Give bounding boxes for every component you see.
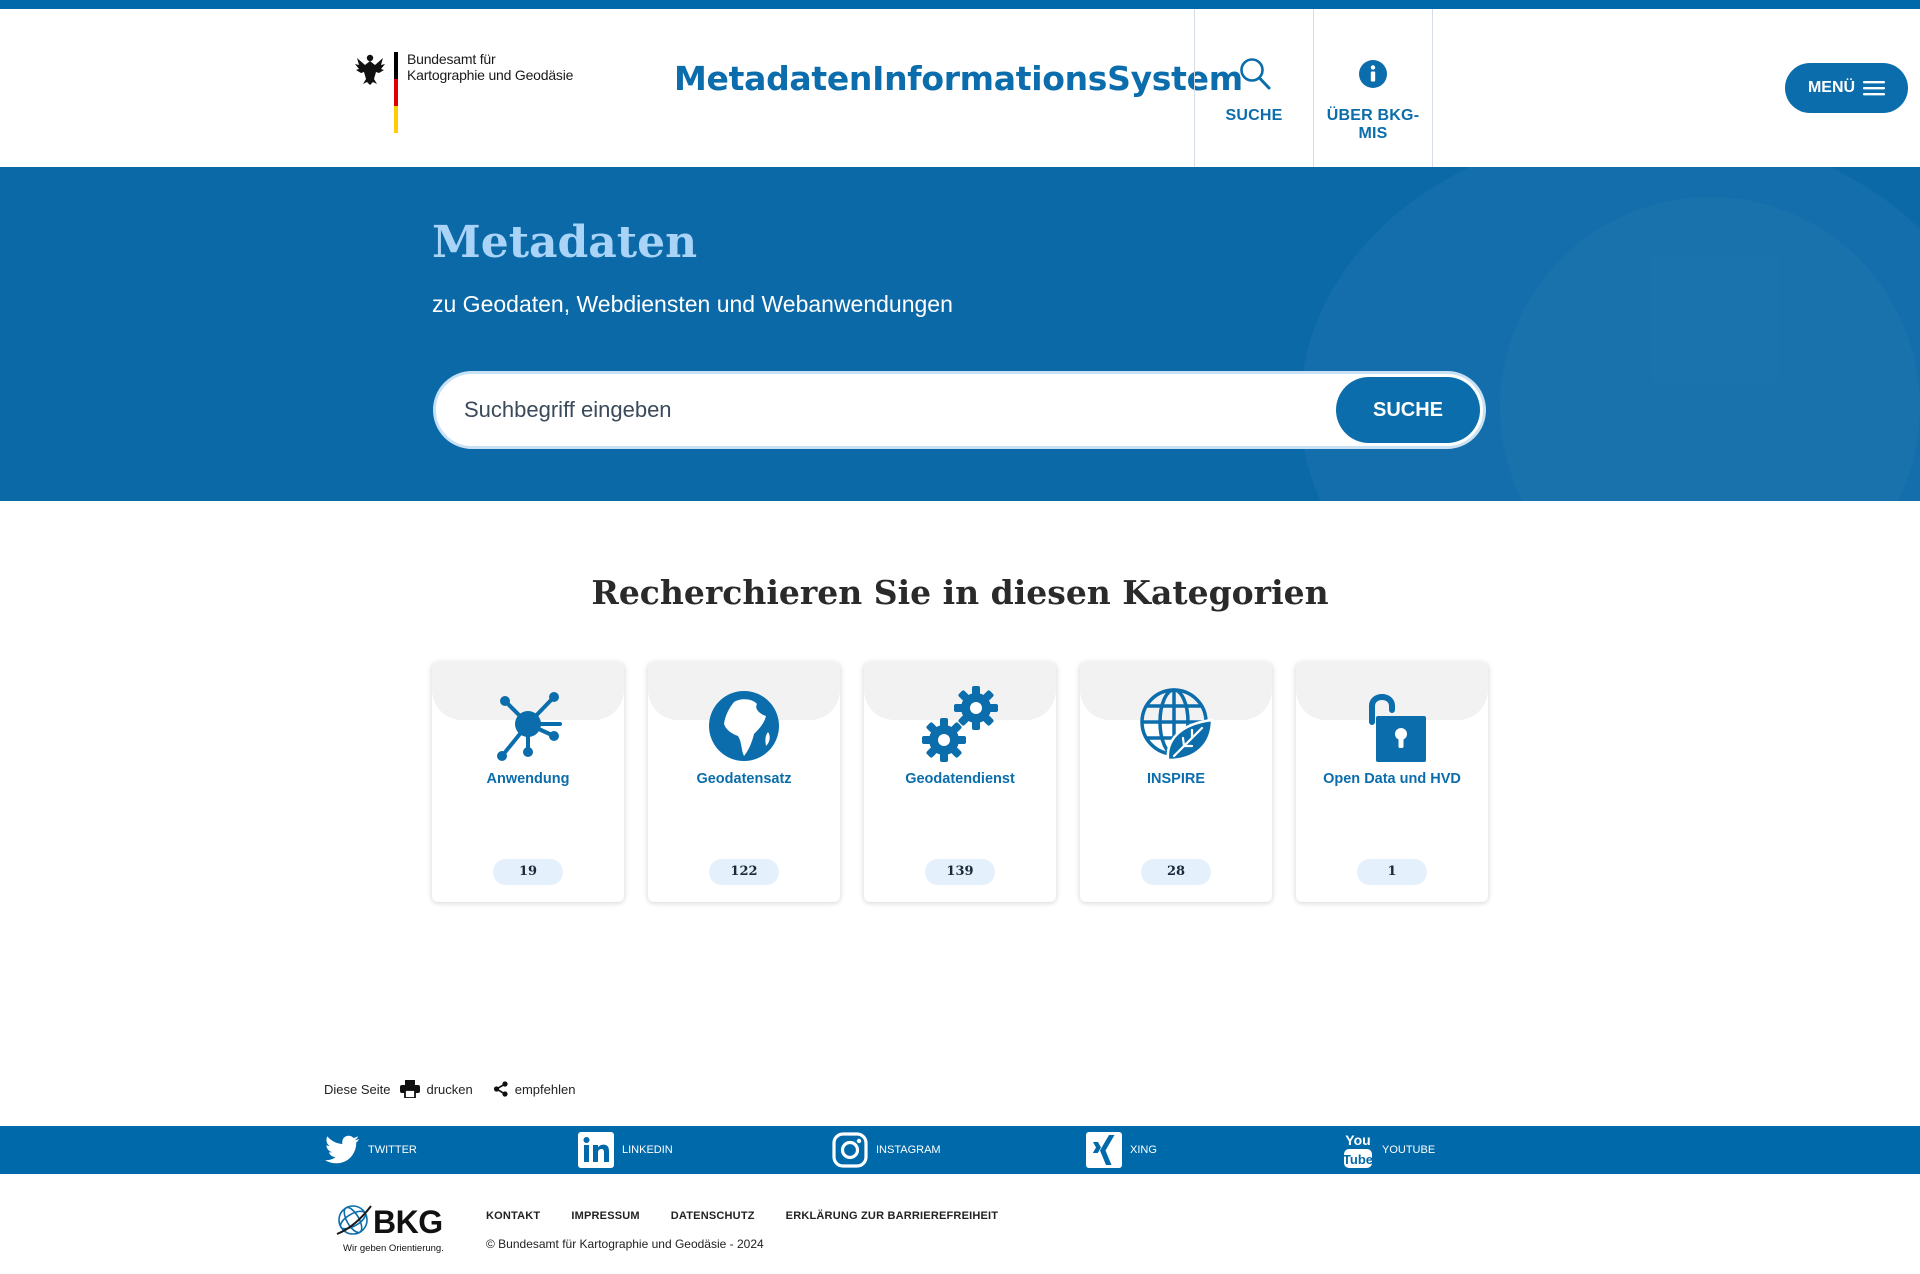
category-label: INSPIRE — [1146, 771, 1205, 787]
hamburger-icon — [1863, 81, 1886, 96]
social-link-youtube[interactable]: You Tube YOUTUBE — [1342, 1132, 1435, 1168]
search-bar: SUCHE — [433, 371, 1486, 449]
info-icon — [1359, 60, 1387, 88]
category-label: Geodatendienst — [905, 771, 1015, 787]
unlocked-padlock-icon — [1369, 694, 1426, 762]
agency-logo[interactable]: Bundesamt für Kartographie und Geodäsie — [354, 44, 574, 134]
category-label: Geodatensatz — [696, 771, 792, 787]
instagram-icon — [832, 1132, 868, 1168]
agency-name: Bundesamt für Kartographie und Geodäsie — [407, 51, 573, 83]
share-link[interactable]: empfehlen — [493, 1081, 576, 1097]
category-count-badge: 19 — [493, 859, 563, 885]
category-card-geodatensatz[interactable]: Geodatensatz 122 — [648, 662, 840, 902]
social-label: XING — [1130, 1144, 1157, 1156]
menu-label: MENÜ — [1807, 79, 1856, 96]
category-card-inspire[interactable]: INSPIRE 28 — [1080, 662, 1272, 902]
globe-africa-icon — [709, 691, 779, 761]
page-tools: Diese Seite drucken empfehlen — [324, 1080, 595, 1098]
category-count-badge: 122 — [709, 859, 779, 885]
social-link-linkedin[interactable]: LINKEDIN — [578, 1132, 673, 1168]
share-label: empfehlen — [514, 1081, 576, 1097]
footer-links: KONTAKT IMPRESSUM DATENSCHUTZ ERKLÄRUNG … — [486, 1210, 998, 1222]
category-label: Open Data und HVD — [1323, 771, 1461, 787]
twitter-icon — [325, 1135, 359, 1164]
search-icon — [1240, 58, 1271, 90]
hero-title: Metadaten — [432, 217, 698, 268]
social-label: INSTAGRAM — [876, 1144, 941, 1156]
footer-link-kontakt[interactable]: KONTAKT — [486, 1210, 540, 1222]
category-label: Anwendung — [486, 771, 570, 787]
social-link-xing[interactable]: XING — [1086, 1132, 1157, 1168]
agency-name-line1: Bundesamt für — [407, 51, 496, 67]
nav-about-link[interactable]: ÜBER BKG-MIS — [1314, 49, 1432, 142]
footer-link-datenschutz[interactable]: DATENSCHUTZ — [671, 1210, 755, 1222]
footer-link-impressum[interactable]: IMPRESSUM — [571, 1210, 639, 1222]
linkedin-icon — [578, 1132, 614, 1168]
category-count-badge: 1 — [1357, 859, 1427, 885]
copyright-text: © Bundesamt für Kartographie und Geodäsi… — [486, 1237, 764, 1251]
page-tools-label: Diese Seite — [324, 1081, 391, 1097]
share-icon — [493, 1081, 508, 1097]
agency-name-line2: Kartographie und Geodäsie — [407, 67, 574, 83]
site-title[interactable]: MetadatenInformationsSystem — [674, 59, 1243, 98]
svg-text:You: You — [1345, 1132, 1370, 1148]
search-input[interactable] — [464, 392, 1284, 428]
categories-title: Recherchieren Sie in diesen Kategorien — [591, 573, 1329, 612]
category-card-geodatendienst[interactable]: Geodatendienst 139 — [864, 662, 1056, 902]
nav-about-label: ÜBER BKG-MIS — [1326, 107, 1420, 142]
category-count-badge: 28 — [1141, 859, 1211, 885]
social-link-twitter[interactable]: TWITTER — [324, 1132, 417, 1168]
top-accent-bar — [0, 0, 1920, 9]
nav-search-label: SUCHE — [1225, 107, 1283, 124]
site-footer: BKG Wir geben Orientierung. KONTAKT IMPR… — [0, 1174, 1920, 1274]
bkg-logo[interactable]: BKG Wir geben Orientierung. — [335, 1200, 445, 1256]
print-label: drucken — [426, 1081, 473, 1097]
footer-link-barrierefreiheit[interactable]: ERKLÄRUNG ZUR BARRIEREFREIHEIT — [786, 1210, 999, 1222]
hero-banner: Metadaten zu Geodaten, Webdiensten und W… — [0, 167, 1920, 501]
network-icon — [497, 692, 562, 761]
social-label: YOUTUBE — [1382, 1144, 1436, 1156]
flag-stripe — [394, 52, 398, 133]
bkg-logo-text: BKG — [373, 1204, 443, 1240]
social-media-bar: TWITTER LINKEDIN INSTAGRAM XING You Tube — [0, 1126, 1920, 1174]
svg-text:Tube: Tube — [1343, 1152, 1373, 1167]
xing-icon — [1086, 1132, 1122, 1168]
category-card-anwendung[interactable]: Anwendung 19 — [432, 662, 624, 902]
search-button[interactable]: SUCHE — [1336, 377, 1480, 443]
globe-leaf-icon — [1140, 688, 1214, 762]
bkg-globe-logo-icon — [336, 1205, 372, 1235]
federal-eagle-icon — [355, 54, 385, 85]
category-count-badge: 139 — [925, 859, 995, 885]
bkg-logo-tagline: Wir geben Orientierung. — [343, 1243, 444, 1254]
nav-search-link[interactable]: SUCHE — [1195, 49, 1313, 139]
gears-icon — [922, 686, 998, 762]
site-header: Bundesamt für Kartographie und Geodäsie … — [0, 9, 1920, 167]
print-link[interactable]: drucken — [400, 1080, 473, 1098]
hero-subtitle: zu Geodaten, Webdiensten und Webanwendun… — [432, 291, 953, 317]
category-card-open-data[interactable]: Open Data und HVD 1 — [1296, 662, 1488, 902]
social-label: LINKEDIN — [622, 1144, 673, 1156]
printer-icon — [400, 1080, 421, 1098]
menu-button[interactable]: MENÜ — [1785, 63, 1908, 113]
social-link-instagram[interactable]: INSTAGRAM — [832, 1132, 941, 1168]
social-label: TWITTER — [368, 1144, 417, 1156]
youtube-icon: You Tube — [1343, 1132, 1373, 1168]
header-divider — [1432, 9, 1433, 167]
